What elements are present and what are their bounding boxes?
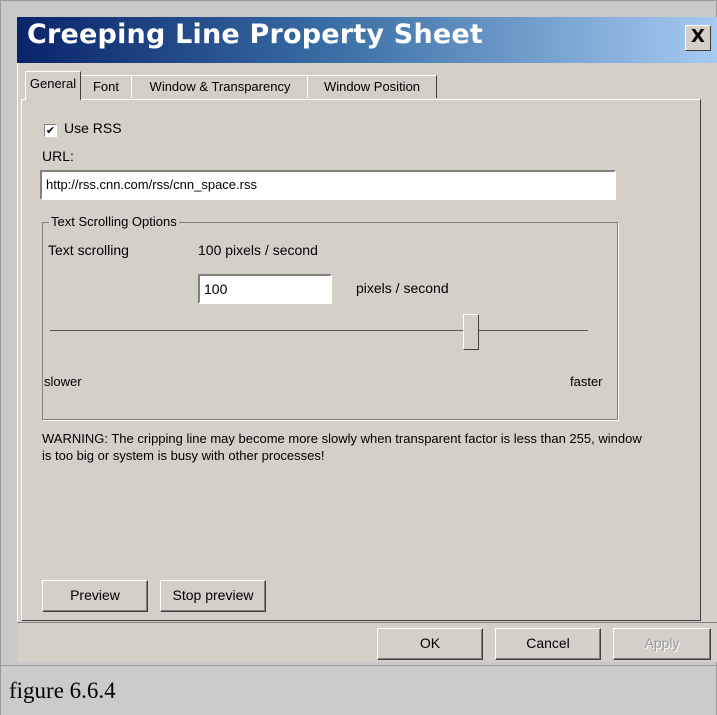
tab-window-position-label: Window Position	[323, 79, 421, 94]
general-tab-panel: ✔ Use RSS URL: http://rss.cnn.com/rss/cn…	[21, 99, 701, 621]
checkmark-icon: ✔	[45, 124, 56, 137]
figure-frame: Creeping Line Property Sheet X General F…	[0, 0, 717, 715]
tab-general-label: General	[29, 76, 77, 91]
close-button[interactable]: X	[685, 25, 711, 51]
warning-text: WARNING: The cripping line may become mo…	[42, 431, 642, 463]
url-label: URL:	[42, 148, 74, 164]
figure-caption-bar: figure 6.6.4	[1, 665, 716, 715]
tab-general[interactable]: General	[25, 71, 81, 100]
speed-input[interactable]: 100	[198, 274, 332, 304]
speed-slider-track[interactable]	[50, 330, 588, 331]
text-scrolling-label: Text scrolling	[48, 242, 129, 258]
apply-button[interactable]: Apply	[613, 628, 711, 660]
cancel-button[interactable]: Cancel	[495, 628, 601, 660]
close-icon: X	[691, 26, 705, 47]
use-rss-checkbox[interactable]: ✔	[44, 124, 57, 137]
tab-window-position[interactable]: Window Position	[307, 75, 437, 98]
text-scrolling-options-title: Text Scrolling Options	[49, 214, 179, 229]
tab-font[interactable]: Font	[79, 75, 133, 98]
speed-unit-label: pixels / second	[356, 280, 449, 296]
tab-window-transparency[interactable]: Window & Transparency	[131, 75, 309, 98]
ok-button[interactable]: OK	[377, 628, 483, 660]
slider-max-label: faster	[570, 374, 603, 389]
stop-preview-button[interactable]: Stop preview	[160, 580, 266, 612]
tab-window-transparency-label: Window & Transparency	[149, 79, 291, 94]
figure-caption: figure 6.6.4	[9, 678, 116, 703]
use-rss-label: Use RSS	[64, 120, 122, 136]
speed-slider-thumb[interactable]	[462, 314, 479, 350]
dialog-button-bar: OK Cancel Apply	[17, 622, 717, 662]
title-bar[interactable]: Creeping Line Property Sheet X	[17, 17, 717, 63]
preview-button[interactable]: Preview	[42, 580, 148, 612]
property-sheet-dialog: Creeping Line Property Sheet X General F…	[17, 17, 717, 662]
slider-min-label: slower	[44, 374, 82, 389]
text-scrolling-value: 100 pixels / second	[198, 242, 318, 258]
tab-font-label: Font	[92, 79, 119, 94]
url-input[interactable]: http://rss.cnn.com/rss/cnn_space.rss	[40, 170, 616, 200]
window-title: Creeping Line Property Sheet	[27, 19, 483, 50]
